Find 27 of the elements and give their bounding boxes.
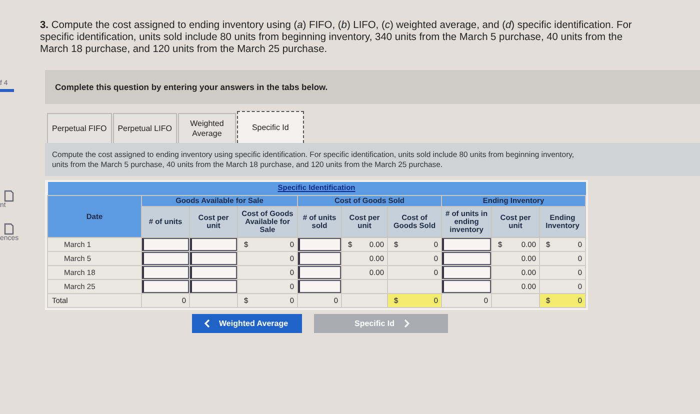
input-field[interactable]	[442, 238, 491, 252]
input-field[interactable]	[442, 280, 491, 294]
tab[interactable]: Weighted Average	[178, 113, 236, 143]
input-field[interactable]	[142, 238, 189, 252]
input-field[interactable]	[442, 266, 491, 280]
page-icon	[4, 190, 14, 202]
input-field[interactable]	[190, 252, 237, 266]
tab[interactable]: Perpetual LIFO	[112, 113, 177, 143]
input-field[interactable]	[298, 252, 341, 266]
tab[interactable]: Specific Id	[236, 111, 304, 143]
input-field[interactable]	[142, 252, 189, 266]
input-field[interactable]	[142, 280, 189, 294]
input-field[interactable]	[298, 266, 341, 280]
question-text: 3. Compute the cost assigned to ending inventory using (a) FIFO, (b) LIFO, (c) weighted average, and (d) specific identification. For specific identification, units sold include 80 units from beginning inventory, 340 units from the March 5 purchase, 40 units from the March 18 purchase, and 120 units from the March 25 purchase.	[40, 20, 633, 56]
input-field[interactable]	[298, 238, 341, 252]
instruction-text: Complete this question by entering your answers in the tabs below.	[55, 82, 328, 92]
tab[interactable]: Perpetual FIFO	[47, 113, 112, 143]
previous-button[interactable]: Weighted Average	[192, 314, 302, 334]
input-field[interactable]	[442, 252, 491, 266]
chevron-right-icon	[404, 319, 410, 328]
input-field[interactable]	[190, 266, 237, 280]
input-field[interactable]	[298, 280, 341, 294]
page-icon	[4, 223, 14, 235]
chevron-left-icon	[204, 319, 210, 328]
input-field[interactable]	[142, 266, 189, 280]
input-field[interactable]	[190, 238, 237, 252]
input-field[interactable]	[190, 280, 237, 294]
